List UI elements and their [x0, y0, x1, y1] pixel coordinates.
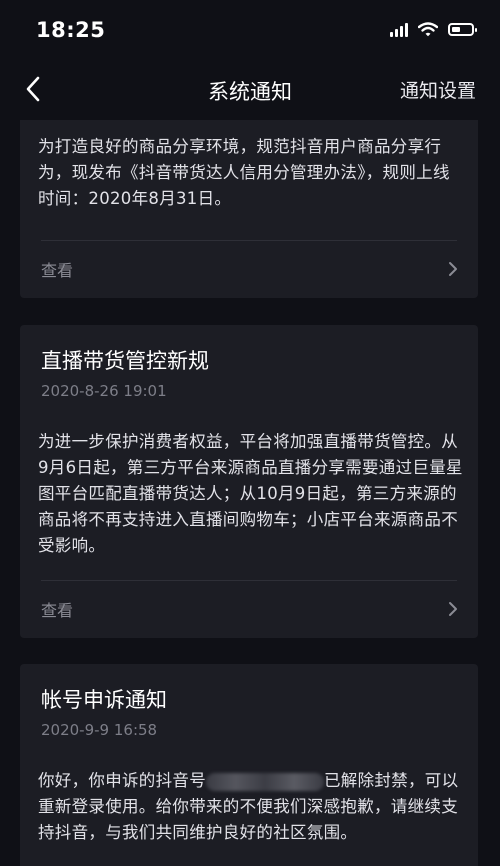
wifi-icon [418, 22, 438, 37]
battery-icon [448, 23, 477, 36]
notice-title: 直播带货管控新规 [41, 349, 209, 373]
notice-card: 帐号申诉通知 2020-9-9 16:58 你好，你申诉的抖音号 已解除封禁，可以… [20, 664, 478, 866]
notice-date: 2020-9-9 16:58 [41, 721, 158, 739]
notification-settings-button[interactable]: 通知设置 [400, 76, 476, 103]
view-label: 查看 [41, 601, 74, 620]
notice-title: 帐号申诉通知 [41, 688, 167, 712]
chevron-right-icon [449, 262, 457, 276]
view-button[interactable]: 查看 [20, 241, 478, 297]
chevron-right-icon [449, 602, 457, 616]
notice-body: 为打造良好的商品分享环境，规范抖音用户商品分享行为，现发布《抖音带货达人信用分管… [38, 137, 450, 208]
notice-body: 为进一步保护消费者权益，平台将加强直播带货管控。从9月6日起，第三方平台来源商品… [38, 432, 463, 555]
notice-body-start: 你好，你申诉的抖音号 [38, 771, 206, 790]
cellular-signal-icon [390, 22, 408, 37]
view-label: 查看 [41, 261, 74, 280]
status-bar: 18:25 [0, 0, 500, 60]
nav-bar: 系统通知 通知设置 [0, 60, 500, 120]
notice-body: 你好，你申诉的抖音号 已解除封禁，可以重新登录使用。给你带来的不便我们深感抱歉，请… [38, 768, 463, 846]
notice-card: 为打造良好的商品分享环境，规范抖音用户商品分享行为，现发布《抖音带货达人信用分管… [20, 120, 478, 298]
notice-date: 2020-8-26 19:01 [41, 382, 167, 400]
view-button[interactable]: 查看 [20, 581, 478, 637]
notice-card: 直播带货管控新规 2020-8-26 19:01 为进一步保护消费者权益，平台将… [20, 325, 478, 638]
redacted-account-id [206, 772, 324, 791]
status-time: 18:25 [36, 18, 106, 42]
status-icons [390, 22, 477, 37]
